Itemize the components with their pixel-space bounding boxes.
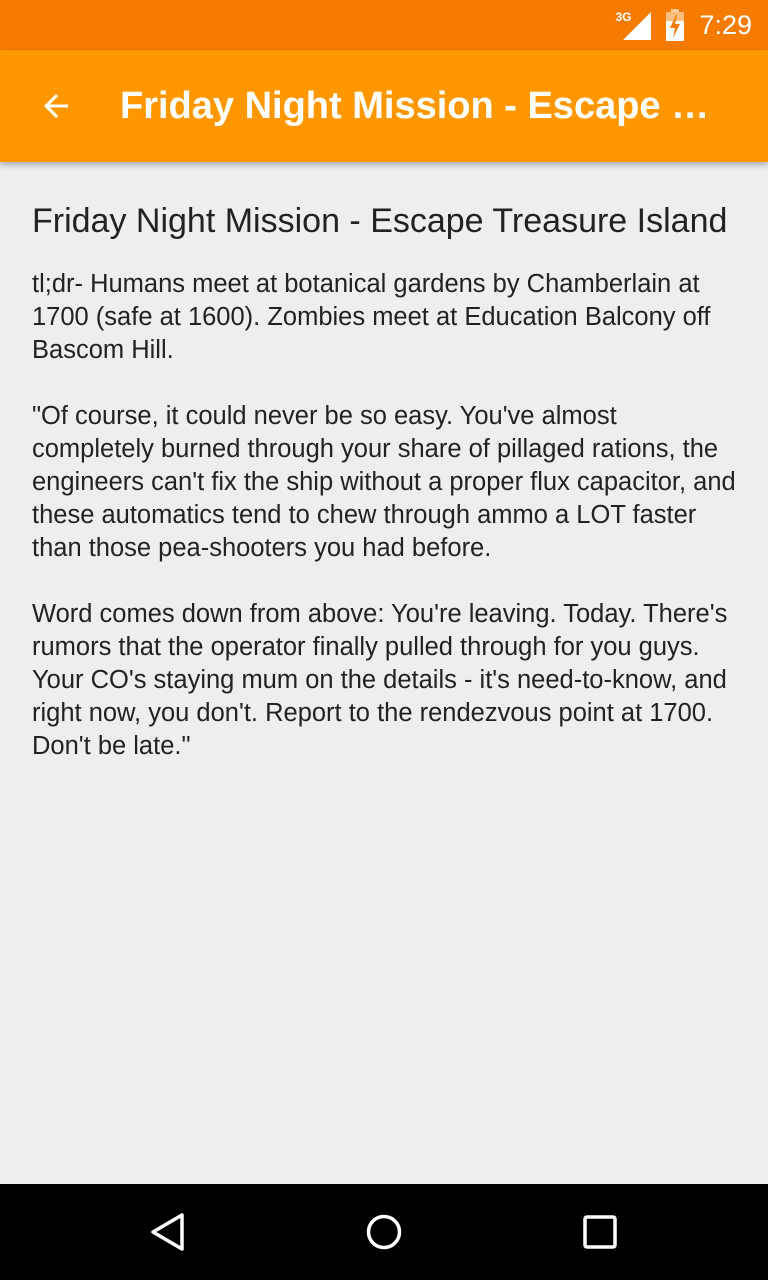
event-paragraph: tl;dr- Humans meet at botanical gardens … — [32, 270, 711, 364]
nav-home-icon — [366, 1214, 402, 1250]
event-title: Friday Night Mission - Escape Treasure I… — [32, 202, 728, 240]
app-bar-title: Friday Night Mission - Escape Tr... — [120, 84, 730, 127]
arrow-back-icon — [44, 94, 68, 118]
clock: 7:29 — [699, 9, 752, 40]
nav-recents-icon — [583, 1215, 617, 1249]
navigation-bar — [0, 1184, 768, 1280]
back-button[interactable] — [0, 50, 112, 162]
event-details: Friday Night Mission - Escape Treasure I… — [0, 162, 768, 1184]
status-bar: 3G 7:29 — [0, 0, 768, 50]
event-paragraph: Word comes down from above: You're leavi… — [32, 600, 728, 760]
event-paragraph: "Of course, it could never be so easy. Y… — [32, 402, 736, 562]
nav-home-button[interactable] — [334, 1184, 434, 1280]
nav-back-icon — [151, 1213, 184, 1251]
app-bar: Friday Night Mission - Escape Tr... — [0, 50, 768, 162]
battery-charging-icon — [665, 9, 685, 41]
nav-back-button[interactable] — [118, 1184, 218, 1280]
screen: 3G 7:29 Friday Night Mission - Escape Tr… — [0, 0, 768, 1280]
cell-signal-icon: 3G — [615, 10, 652, 40]
nav-recents-button[interactable] — [550, 1184, 650, 1280]
